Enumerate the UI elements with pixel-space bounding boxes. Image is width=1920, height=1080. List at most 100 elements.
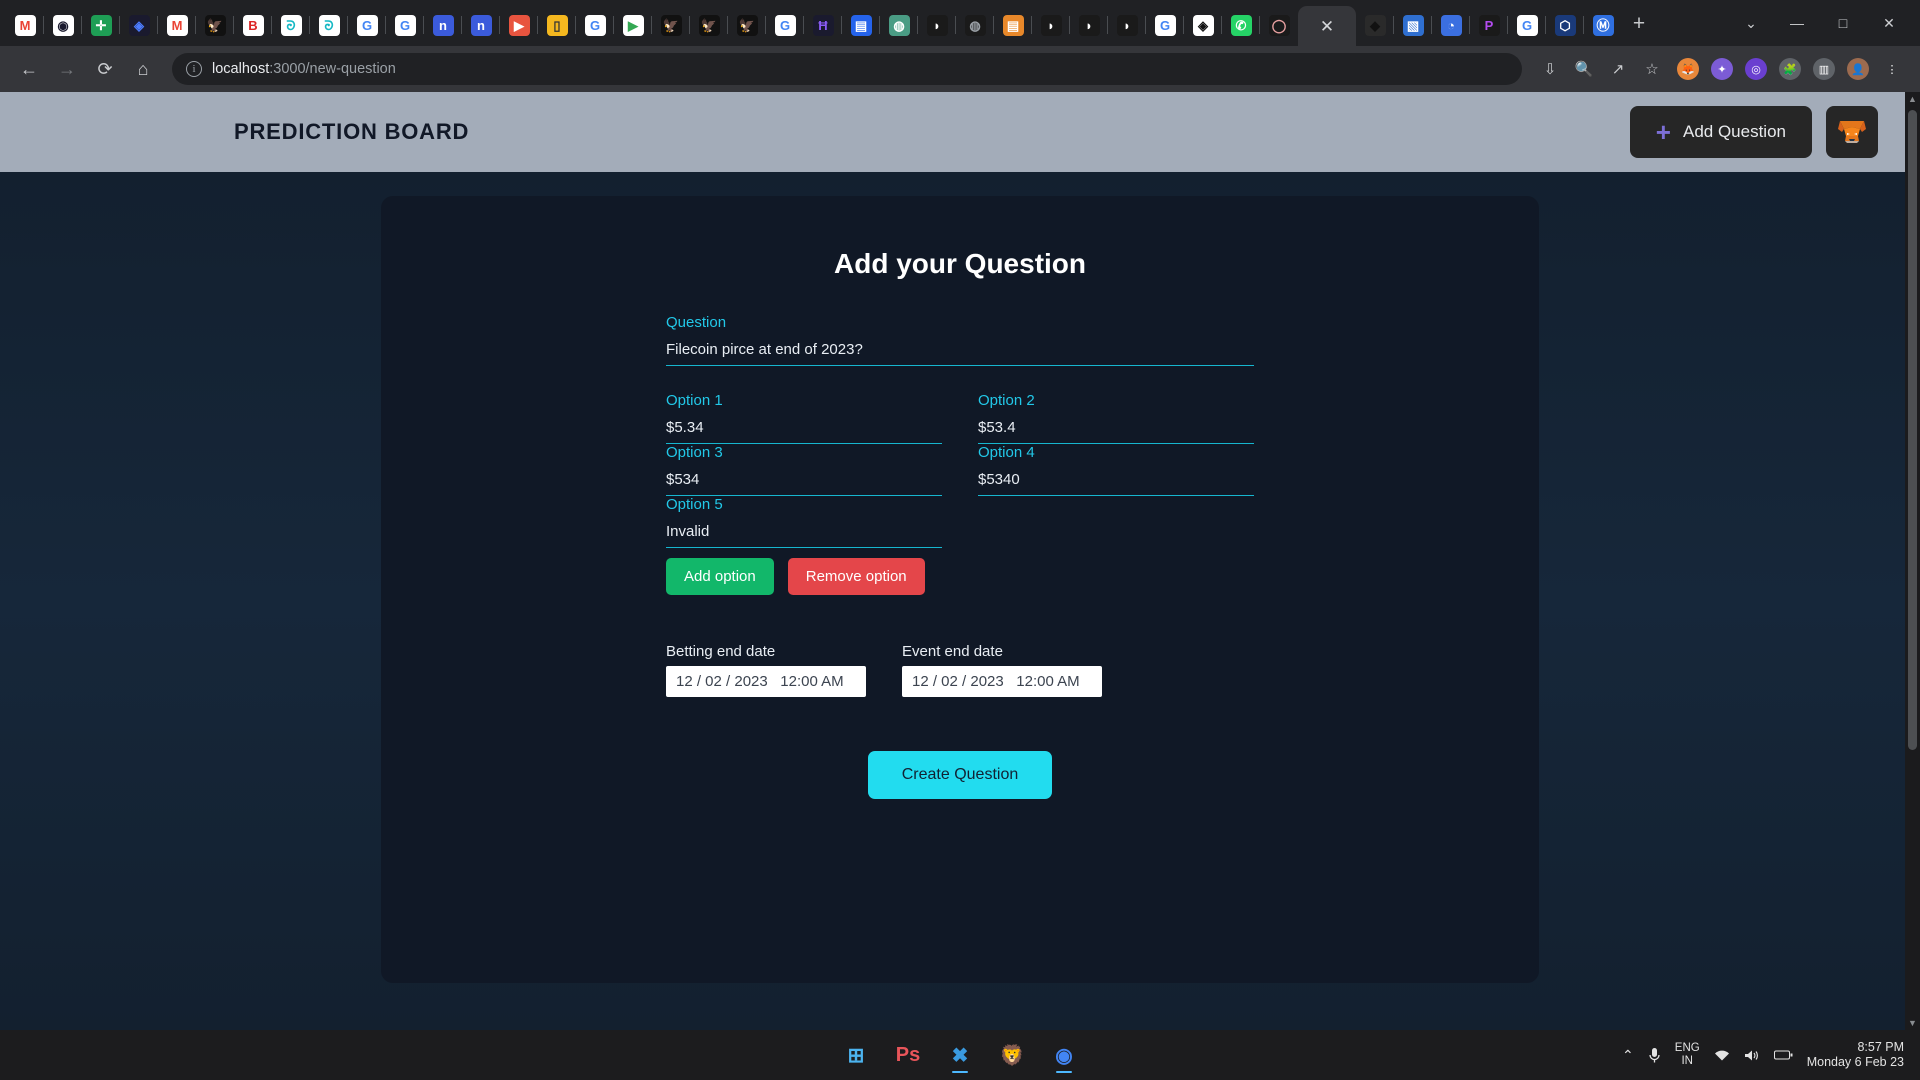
tab-teal-knot-1[interactable]: ᘒ <box>272 8 310 42</box>
site-info-icon[interactable]: i <box>186 61 202 77</box>
tab-globe-gray[interactable]: ◍ <box>956 8 994 42</box>
tab-eagle-3[interactable]: 🦅 <box>690 8 728 42</box>
colorzilla-extension-icon[interactable]: ✦ <box>1706 53 1738 85</box>
address-bar[interactable]: i localhost:3000/new-question <box>172 53 1522 85</box>
tab-notion-blue-1[interactable]: n <box>424 8 462 42</box>
page-scrollbar[interactable]: ▲ ▼ <box>1905 92 1920 1030</box>
windows-start-icon[interactable]: ⊞ <box>837 1036 875 1074</box>
close-window-button[interactable]: ✕ <box>1866 3 1912 43</box>
tab-google-1[interactable]: G <box>348 8 386 42</box>
tab-gmail[interactable]: M <box>6 8 44 42</box>
tab-gem-dark[interactable]: ◆ <box>1356 8 1394 42</box>
search-icon[interactable]: 🔍 <box>1568 53 1600 85</box>
tab-gmail-2[interactable]: M <box>158 8 196 42</box>
tab-teal-knot-2[interactable]: ᘒ <box>310 8 348 42</box>
tab-blue-card[interactable]: ▧ <box>1394 8 1432 42</box>
puzzle-extensions-icon[interactable]: 🧩 <box>1774 53 1806 85</box>
tab-google-4[interactable]: G <box>766 8 804 42</box>
create-question-button[interactable]: Create Question <box>867 751 1053 799</box>
tab-google-3[interactable]: G <box>576 8 614 42</box>
tab-bootstrap-red[interactable]: B <box>234 8 272 42</box>
install-icon[interactable]: ⇩ <box>1534 53 1566 85</box>
bookmark-star-icon[interactable]: ☆ <box>1636 53 1668 85</box>
active-tab[interactable]: ✕ <box>1298 6 1356 46</box>
option-4-input[interactable] <box>978 468 1254 496</box>
wifi-icon[interactable] <box>1714 1049 1730 1062</box>
close-tab-icon[interactable]: ✕ <box>1320 18 1334 35</box>
metamask-wallet-button[interactable] <box>1826 106 1878 158</box>
forward-button[interactable]: → <box>50 52 84 86</box>
chrome-menu-icon[interactable]: ⋮ <box>1876 53 1908 85</box>
tab-play-store[interactable]: ▶ <box>614 8 652 42</box>
tab-github-2[interactable]: ◗ <box>1032 8 1070 42</box>
scroll-down-icon[interactable]: ▼ <box>1908 1018 1917 1028</box>
tab-google-6[interactable]: G <box>1508 8 1546 42</box>
maximize-button[interactable]: □ <box>1820 3 1866 43</box>
event-end-date-input[interactable]: 12 / 02 / 2023 12:00 AM <box>902 666 1102 697</box>
brave-icon[interactable]: 🦁 <box>993 1036 1031 1074</box>
chrome-icon[interactable]: ◉ <box>1045 1036 1083 1074</box>
option-2-input[interactable] <box>978 416 1254 444</box>
scroll-up-icon[interactable]: ▲ <box>1908 94 1917 104</box>
tab-github-4[interactable]: ◗ <box>1108 8 1146 42</box>
event-end-date-value[interactable]: 12 / 02 / 2023 <box>912 673 1004 690</box>
tab-eagle-1[interactable]: 🦅 <box>196 8 234 42</box>
tab-openai-blue[interactable]: ◉ <box>44 8 82 42</box>
tab-diamond-black[interactable]: ◈ <box>1184 8 1222 42</box>
metamask-extension-icon[interactable]: 🦊 <box>1672 53 1704 85</box>
language-indicator[interactable]: ENG IN <box>1675 1042 1700 1068</box>
share-icon[interactable]: ↗ <box>1602 53 1634 85</box>
battery-icon[interactable] <box>1773 1049 1793 1061</box>
add-question-button[interactable]: + Add Question <box>1629 106 1812 158</box>
show-hidden-icons-chevron[interactable]: ⌃ <box>1622 1047 1634 1064</box>
volume-icon[interactable] <box>1744 1049 1760 1062</box>
betting-end-date-input[interactable]: 12 / 02 / 2023 12:00 AM <box>666 666 866 697</box>
microphone-icon[interactable] <box>1648 1047 1661 1064</box>
photoshop-icon[interactable]: Ps <box>889 1036 927 1074</box>
tab-plus-green[interactable]: ✛ <box>82 8 120 42</box>
reload-button[interactable]: ⟳ <box>88 52 122 86</box>
vscode-icon[interactable]: ✖ <box>941 1036 979 1074</box>
home-button[interactable]: ⌂ <box>126 52 160 86</box>
event-end-time-value[interactable]: 12:00 AM <box>1016 673 1079 690</box>
tab-hex-blue[interactable]: ⬡ <box>1546 8 1584 42</box>
option-3-input[interactable] <box>666 468 942 496</box>
side-panel-icon[interactable]: ▥ <box>1808 53 1840 85</box>
option-1-label: Option 1 <box>666 392 723 409</box>
betting-end-date-value[interactable]: 12 / 02 / 2023 <box>676 673 768 690</box>
tab-coinmarketcap[interactable]: Ⓜ <box>1584 8 1622 42</box>
tab-yellow-note[interactable]: ▯ <box>538 8 576 42</box>
option-1-input[interactable] <box>666 416 942 444</box>
tab-diamond-blue[interactable]: ◈ <box>120 8 158 42</box>
tab-notion-blue-2[interactable]: n <box>462 8 500 42</box>
save-blue-icon: ▤ <box>850 14 872 36</box>
tab-purple-p[interactable]: P <box>1470 8 1508 42</box>
add-option-button[interactable]: Add option <box>666 558 774 595</box>
loom-extension-icon[interactable]: ◎ <box>1740 53 1772 85</box>
taskbar-clock[interactable]: 8:57 PM Monday 6 Feb 23 <box>1807 1040 1910 1070</box>
tab-github-3[interactable]: ◗ <box>1070 8 1108 42</box>
tab-record-pink[interactable]: ◯ <box>1260 8 1298 42</box>
profile-avatar-icon[interactable]: 👤 <box>1842 53 1874 85</box>
tab-google-5[interactable]: G <box>1146 8 1184 42</box>
remove-option-button[interactable]: Remove option <box>787 558 925 595</box>
minimize-button[interactable]: — <box>1774 3 1820 43</box>
tab-google-2[interactable]: G <box>386 8 424 42</box>
option-5-input[interactable] <box>666 520 942 548</box>
tab-whatsapp[interactable]: ✆ <box>1222 8 1260 42</box>
new-tab-button[interactable]: + <box>1622 7 1656 41</box>
tab-book-orange[interactable]: ▤ <box>994 8 1032 42</box>
tab-youtube[interactable]: ▶ <box>500 8 538 42</box>
tab-save-blue[interactable]: ▤ <box>842 8 880 42</box>
tab-openai-green[interactable]: ◍ <box>880 8 918 42</box>
betting-end-time-value[interactable]: 12:00 AM <box>780 673 843 690</box>
tab-hardhat-purple[interactable]: Ħ <box>804 8 842 42</box>
tab-eagle-4[interactable]: 🦅 <box>728 8 766 42</box>
back-button[interactable]: ← <box>12 52 46 86</box>
scrollbar-thumb[interactable] <box>1908 110 1917 750</box>
tab-eagle-2[interactable]: 🦅 <box>652 8 690 42</box>
tab-blue-circle[interactable]: ◔ <box>1432 8 1470 42</box>
tab-github-1[interactable]: ◗ <box>918 8 956 42</box>
question-input[interactable] <box>666 338 1254 366</box>
tab-search-chevron-icon[interactable]: ⌄ <box>1728 3 1774 43</box>
